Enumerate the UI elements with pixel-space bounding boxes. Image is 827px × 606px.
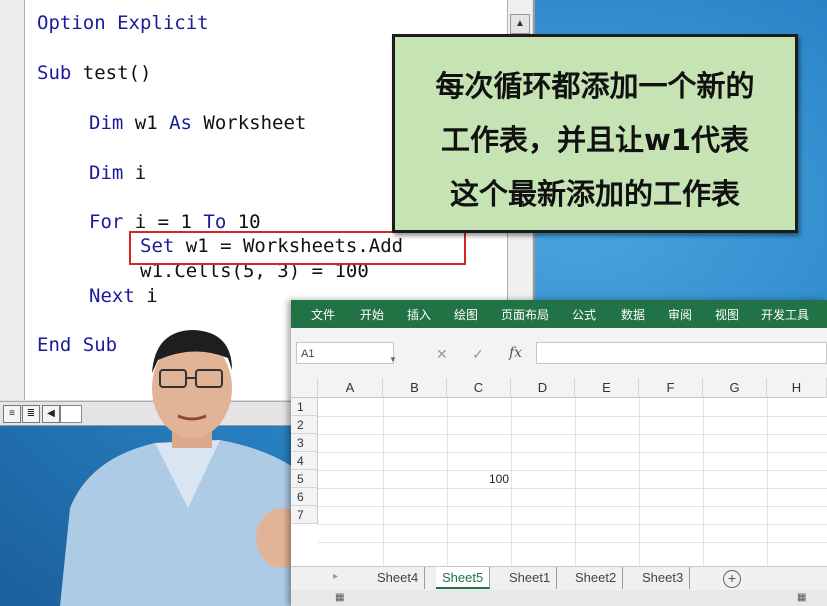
code-line-dim-i: Dim i — [89, 162, 147, 184]
sheet-tab[interactable]: Sheet1 — [503, 567, 558, 589]
code-line-dim-w1: Dim w1 As Worksheet — [89, 112, 307, 134]
row-header[interactable]: 6 — [291, 488, 318, 506]
worksheet-grid[interactable]: A B C D E F G H 1 2 3 4 5 6 7 100 — [291, 378, 827, 566]
grid-line — [383, 398, 384, 566]
row-header[interactable]: 4 — [291, 452, 318, 470]
grid-line — [639, 398, 640, 566]
code-line-for: For i = 1 To 10 — [89, 211, 261, 233]
grid-line — [767, 398, 768, 566]
scroll-left-icon[interactable]: ◀ — [42, 405, 60, 423]
insert-function-icon[interactable]: fx — [509, 345, 522, 361]
sheet-tab-active[interactable]: Sheet5 — [436, 567, 491, 589]
column-header[interactable]: G — [703, 378, 767, 398]
scroll-up-icon[interactable]: ▲ — [510, 14, 530, 34]
callout-box: 每次循环都添加一个新的 工作表，并且让w1代表 这个最新添加的工作表 — [392, 34, 798, 233]
column-header[interactable]: E — [575, 378, 639, 398]
row-header[interactable]: 2 — [291, 416, 318, 434]
ribbon-tab-data[interactable]: 数据 — [621, 306, 645, 323]
procedure-view-icon[interactable]: ≡ — [3, 405, 21, 423]
ribbon-tab-bar: 文件 开始 插入 绘图 页面布局 公式 数据 审阅 视图 开发工具 — [291, 300, 827, 328]
full-module-view-icon[interactable]: ≣ — [22, 405, 40, 423]
column-header[interactable]: H — [767, 378, 827, 398]
callout-line-1: 每次循环都添加一个新的 — [435, 69, 755, 103]
sheet-tab-bar: ▸ Sheet4 Sheet5 Sheet1 Sheet2 Sheet3 + — [291, 566, 827, 591]
code-line-option-explicit: Option Explicit — [37, 12, 209, 34]
row-header[interactable]: 7 — [291, 506, 318, 524]
column-header[interactable]: F — [639, 378, 703, 398]
column-header[interactable]: D — [511, 378, 575, 398]
ribbon-tab-draw[interactable]: 绘图 — [454, 306, 478, 323]
code-line-sub: Sub test() — [37, 62, 152, 84]
ribbon-tab-home[interactable]: 开始 — [360, 306, 384, 323]
grid-line — [318, 542, 827, 543]
status-bar: ▦ ▦ — [291, 590, 827, 606]
grid-line — [703, 398, 704, 566]
grid-line — [318, 470, 827, 471]
ribbon-tab-page-layout[interactable]: 页面布局 — [501, 306, 549, 323]
grid-line — [318, 452, 827, 453]
code-line-next: Next i — [89, 285, 158, 307]
column-header[interactable]: A — [318, 378, 383, 398]
column-header[interactable]: B — [383, 378, 447, 398]
row-header[interactable]: 1 — [291, 398, 318, 416]
row-header[interactable]: 5 — [291, 470, 318, 488]
ribbon-tab-developer[interactable]: 开发工具 — [761, 306, 809, 323]
formula-input[interactable] — [536, 342, 827, 364]
ribbon-tab-review[interactable]: 审阅 — [668, 306, 692, 323]
callout-line-3: 这个最新添加的工作表 — [449, 177, 740, 211]
normal-view-icon[interactable]: ▦ — [797, 592, 806, 603]
callout-line-2: 工作表，并且让w1代表 — [441, 123, 749, 157]
grid-line — [318, 416, 827, 417]
grid-line — [318, 524, 827, 525]
sheet-tab[interactable]: Sheet3 — [636, 567, 691, 589]
ribbon-tab-file[interactable]: 文件 — [311, 306, 335, 323]
select-all-corner[interactable] — [291, 378, 318, 398]
name-box-value: A1 — [301, 348, 315, 360]
grid-line — [511, 398, 512, 566]
macro-record-icon[interactable]: ▦ — [335, 592, 344, 603]
cell-c5[interactable]: 100 — [447, 470, 511, 488]
tab-scroll-icon[interactable]: ▸ — [333, 571, 338, 582]
excel-window: 文件 开始 插入 绘图 页面布局 公式 数据 审阅 视图 开发工具 A1 ▼ ✕… — [291, 300, 827, 606]
formula-bar: A1 ▼ ✕ ✓ fx — [291, 328, 827, 379]
confirm-icon[interactable]: ✓ — [472, 346, 484, 363]
highlight-box — [129, 231, 466, 265]
ribbon-tab-insert[interactable]: 插入 — [407, 306, 431, 323]
code-gutter — [0, 0, 25, 400]
chevron-down-icon[interactable]: ▼ — [389, 349, 397, 371]
sheet-tab[interactable]: Sheet2 — [569, 567, 624, 589]
name-box[interactable]: A1 ▼ — [296, 342, 397, 364]
ribbon-tab-formulas[interactable]: 公式 — [572, 306, 596, 323]
grid-line — [318, 488, 827, 489]
grid-line — [575, 398, 576, 566]
grid-line — [318, 506, 827, 507]
row-header[interactable]: 3 — [291, 434, 318, 452]
ribbon-tab-view[interactable]: 视图 — [715, 306, 739, 323]
column-header[interactable]: C — [447, 378, 511, 398]
add-sheet-icon[interactable]: + — [723, 570, 741, 588]
grid-line — [318, 434, 827, 435]
cancel-icon[interactable]: ✕ — [436, 346, 448, 363]
sheet-tab[interactable]: Sheet4 — [371, 567, 426, 589]
